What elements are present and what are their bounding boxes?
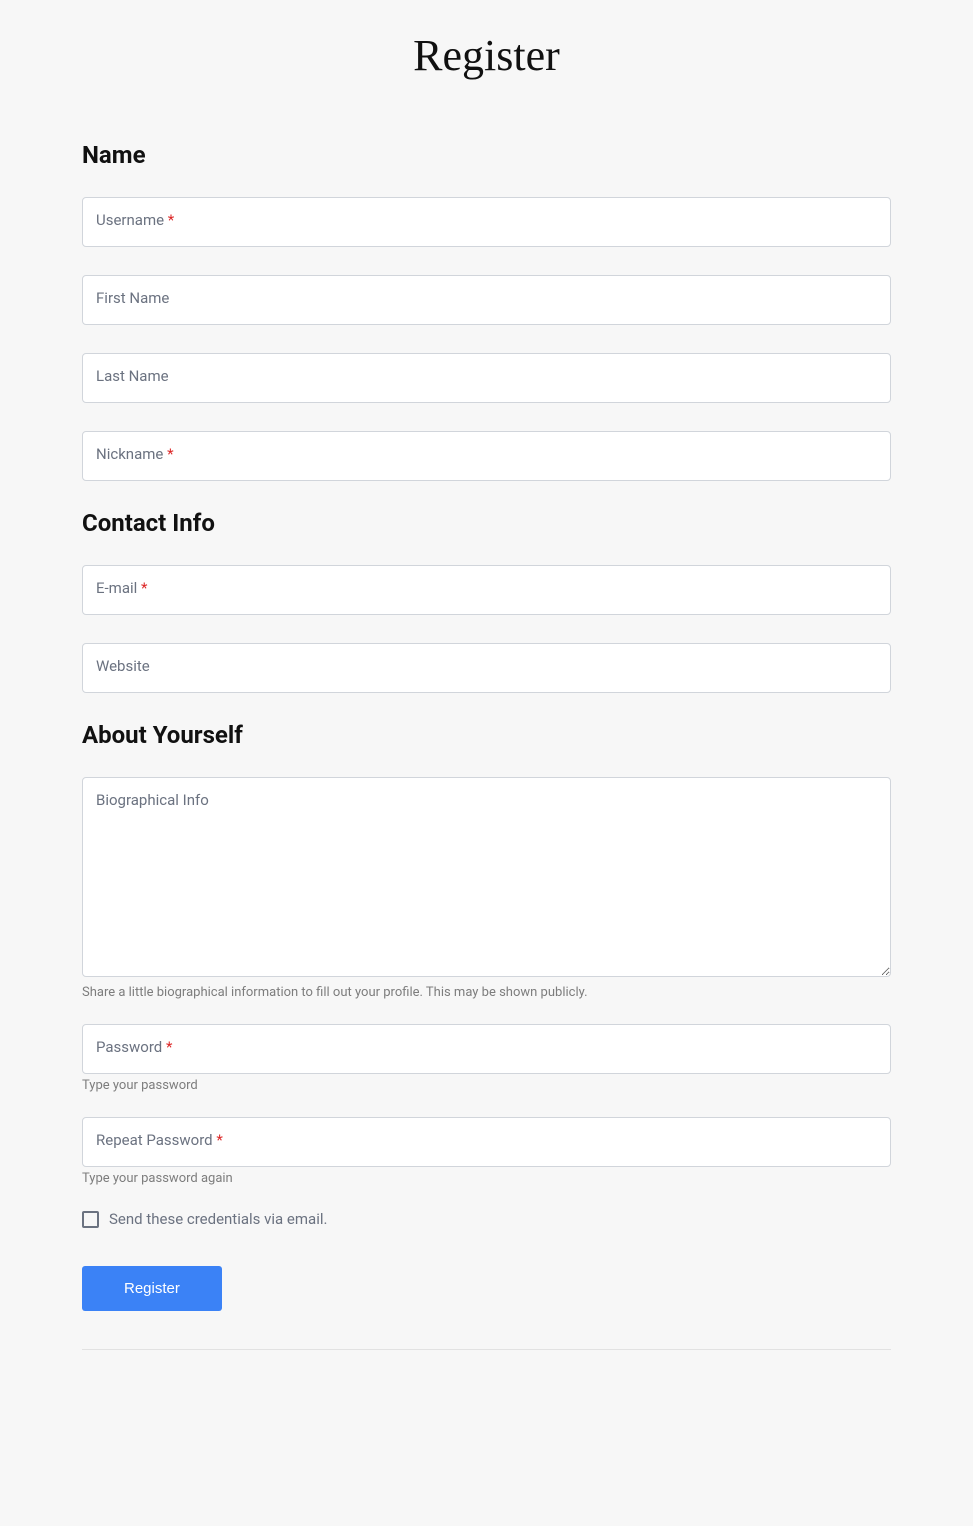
password-input[interactable] bbox=[82, 1024, 891, 1074]
password-wrapper: Password * bbox=[82, 1024, 891, 1074]
repeat-password-wrapper: Repeat Password * bbox=[82, 1117, 891, 1167]
username-input[interactable] bbox=[82, 197, 891, 247]
email-wrapper: E-mail * bbox=[82, 565, 891, 615]
nickname-wrapper: Nickname * bbox=[82, 431, 891, 481]
bio-wrapper: Biographical Info bbox=[82, 777, 891, 981]
password-helper: Type your password bbox=[82, 1078, 891, 1093]
email-input[interactable] bbox=[82, 565, 891, 615]
last-name-wrapper: Last Name bbox=[82, 353, 891, 403]
first-name-input[interactable] bbox=[82, 275, 891, 325]
page-title: Register bbox=[82, 30, 891, 81]
send-email-label[interactable]: Send these credentials via email. bbox=[109, 1210, 327, 1228]
website-wrapper: Website bbox=[82, 643, 891, 693]
repeat-password-input[interactable] bbox=[82, 1117, 891, 1167]
last-name-input[interactable] bbox=[82, 353, 891, 403]
send-email-checkbox[interactable] bbox=[82, 1211, 99, 1228]
username-wrapper: Username * bbox=[82, 197, 891, 247]
register-button[interactable]: Register bbox=[82, 1266, 222, 1311]
nickname-input[interactable] bbox=[82, 431, 891, 481]
section-title-about: About Yourself bbox=[82, 721, 891, 749]
website-input[interactable] bbox=[82, 643, 891, 693]
repeat-password-helper: Type your password again bbox=[82, 1171, 891, 1186]
bio-helper: Share a little biographical information … bbox=[82, 985, 891, 1000]
bio-input[interactable] bbox=[82, 777, 891, 977]
section-title-contact: Contact Info bbox=[82, 509, 891, 537]
section-title-name: Name bbox=[82, 141, 891, 169]
divider bbox=[82, 1349, 891, 1350]
send-email-wrapper: Send these credentials via email. bbox=[82, 1210, 891, 1228]
first-name-wrapper: First Name bbox=[82, 275, 891, 325]
